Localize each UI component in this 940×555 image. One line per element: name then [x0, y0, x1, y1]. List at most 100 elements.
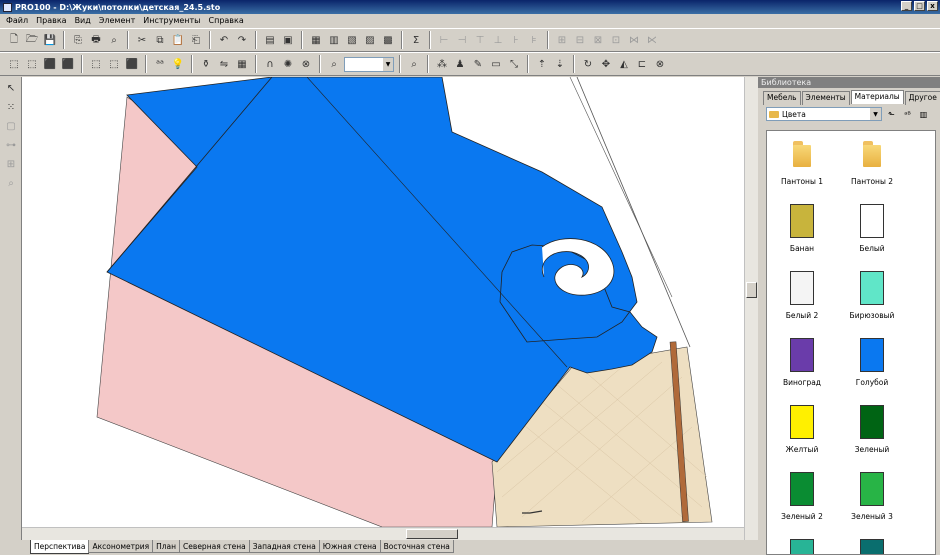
light-icon[interactable]: 💡: [170, 56, 186, 72]
library-color-item[interactable]: Белый 2: [767, 271, 837, 320]
library-color-item[interactable]: Белый: [837, 204, 907, 253]
zoom-fit-icon[interactable]: ⌕: [406, 56, 422, 72]
library-tab[interactable]: Мебель: [763, 91, 801, 105]
distribute-6-icon[interactable]: ⋉: [644, 32, 660, 48]
library-color-item[interactable]: Зеленый 2: [767, 472, 837, 521]
scale-icon[interactable]: ⤡: [506, 56, 522, 72]
zoom-combo[interactable]: ▼: [344, 56, 394, 72]
properties-icon[interactable]: ▤: [262, 32, 278, 48]
cut-icon[interactable]: ✂: [134, 32, 150, 48]
close-button[interactable]: x: [927, 1, 938, 11]
new-icon[interactable]: 🗋: [6, 32, 22, 48]
texture-icon[interactable]: ⇋: [216, 56, 232, 72]
library-tab[interactable]: Элементы: [801, 91, 850, 105]
sum-icon[interactable]: Σ: [408, 32, 424, 48]
pointer-icon[interactable]: ↖: [3, 80, 19, 96]
move-down-icon[interactable]: ⇣: [552, 56, 568, 72]
open-icon[interactable]: 🗁: [24, 32, 40, 48]
group-icon[interactable]: ⊞: [3, 156, 19, 172]
cube-5-icon[interactable]: ⬚: [88, 56, 104, 72]
library-color-item[interactable]: Бирюзовый: [837, 271, 907, 320]
snap-icon[interactable]: ✺: [280, 56, 296, 72]
zoom-icon[interactable]: ⌕: [326, 56, 342, 72]
view-tab[interactable]: План: [152, 540, 181, 553]
align-center-icon[interactable]: ⊣: [454, 32, 470, 48]
align-left-icon[interactable]: ⊢: [436, 32, 452, 48]
print-icon[interactable]: 🖶: [88, 32, 104, 48]
print-preview-icon[interactable]: ⌕: [106, 32, 122, 48]
info-icon[interactable]: ▣: [280, 32, 296, 48]
redo-icon[interactable]: ↷: [234, 32, 250, 48]
maximize-button[interactable]: □: [914, 1, 925, 11]
cube-3-icon[interactable]: ⬛: [42, 56, 58, 72]
move-up-icon[interactable]: ⇡: [534, 56, 550, 72]
cube-6-icon[interactable]: ⬚: [106, 56, 122, 72]
select-points-icon[interactable]: ⁂: [434, 56, 450, 72]
horizontal-scroll-thumb[interactable]: [406, 529, 458, 539]
menu-view[interactable]: Вид: [71, 16, 95, 25]
distribute-3-icon[interactable]: ⊠: [590, 32, 606, 48]
mirror-icon[interactable]: ◭: [616, 56, 632, 72]
rotate-icon[interactable]: ↻: [580, 56, 596, 72]
small-icons-view-icon[interactable]: ᵃᴮ: [901, 108, 914, 121]
align-top-icon[interactable]: ⊥: [490, 32, 506, 48]
library-color-item[interactable]: Желтый: [767, 405, 837, 454]
dimension-icon[interactable]: ⊏: [634, 56, 650, 72]
view-5-icon[interactable]: ▩: [380, 32, 396, 48]
magnet-icon[interactable]: ∩: [262, 56, 278, 72]
view-tab[interactable]: Аксонометрия: [88, 540, 154, 553]
viewport-horizontal-scrollbar[interactable]: [22, 527, 744, 540]
library-folder-item[interactable]: Пантоны 2: [837, 137, 907, 186]
list-view-icon[interactable]: ▥: [917, 108, 930, 121]
view-1-icon[interactable]: ▦: [308, 32, 324, 48]
paste-special-icon[interactable]: ⎗: [188, 32, 204, 48]
undo-icon[interactable]: ↶: [216, 32, 232, 48]
menu-file[interactable]: Файл: [2, 16, 32, 25]
stop-icon[interactable]: ⊗: [298, 56, 314, 72]
paste-icon[interactable]: 📋: [170, 32, 186, 48]
library-tab[interactable]: Другое: [904, 91, 940, 105]
align-right-icon[interactable]: ⊤: [472, 32, 488, 48]
view-tab[interactable]: Южная стена: [318, 540, 381, 553]
library-color-item[interactable]: Зеленый: [837, 405, 907, 454]
distribute-1-icon[interactable]: ⊞: [554, 32, 570, 48]
align-bottom-icon[interactable]: ⊧: [526, 32, 542, 48]
distribute-5-icon[interactable]: ⋈: [626, 32, 642, 48]
library-color-item[interactable]: Зеленый 3: [837, 472, 907, 521]
menu-tools[interactable]: Инструменты: [139, 16, 204, 25]
cube-4-icon[interactable]: ⬛: [60, 56, 76, 72]
library-color-item[interactable]: Виноград: [767, 338, 837, 387]
no-icon[interactable]: ⊗: [652, 56, 668, 72]
pan-icon[interactable]: ✥: [598, 56, 614, 72]
library-tab[interactable]: Материалы: [850, 90, 904, 104]
draw-icon[interactable]: ✎: [470, 56, 486, 72]
view-2-icon[interactable]: ▥: [326, 32, 342, 48]
chevron-down-icon[interactable]: ▼: [383, 57, 393, 71]
cube-1-icon[interactable]: ⬚: [6, 56, 22, 72]
folder-select[interactable]: Цвета ▼: [766, 107, 882, 121]
3d-viewport[interactable]: [22, 77, 744, 527]
library-color-item[interactable]: [837, 539, 907, 554]
box-icon[interactable]: ▢: [3, 118, 19, 134]
copy-icon[interactable]: ⧉: [152, 32, 168, 48]
menu-element[interactable]: Элемент: [95, 16, 139, 25]
minimize-button[interactable]: _: [901, 1, 912, 11]
menu-edit[interactable]: Правка: [32, 16, 70, 25]
select-icon[interactable]: ▭: [488, 56, 504, 72]
view-tab[interactable]: Восточная стена: [379, 540, 454, 553]
view-3-icon[interactable]: ▧: [344, 32, 360, 48]
multi-select-icon[interactable]: ⁙: [3, 99, 19, 115]
move-icon[interactable]: ♟: [452, 56, 468, 72]
grid-icon[interactable]: ▦: [234, 56, 250, 72]
library-color-item[interactable]: Банан: [767, 204, 837, 253]
library-color-item[interactable]: Голубой: [837, 338, 907, 387]
view-tab[interactable]: Западная стена: [248, 540, 320, 553]
vertical-scroll-thumb[interactable]: [746, 282, 757, 298]
link-icon[interactable]: ⊶: [3, 137, 19, 153]
distribute-4-icon[interactable]: ⊡: [608, 32, 624, 48]
view-tab[interactable]: Перспектива: [30, 540, 90, 554]
brush-icon[interactable]: ⚱: [198, 56, 214, 72]
zoom-tool-icon[interactable]: ⌕: [3, 175, 19, 191]
menu-help[interactable]: Справка: [205, 16, 248, 25]
cube-2-icon[interactable]: ⬚: [24, 56, 40, 72]
